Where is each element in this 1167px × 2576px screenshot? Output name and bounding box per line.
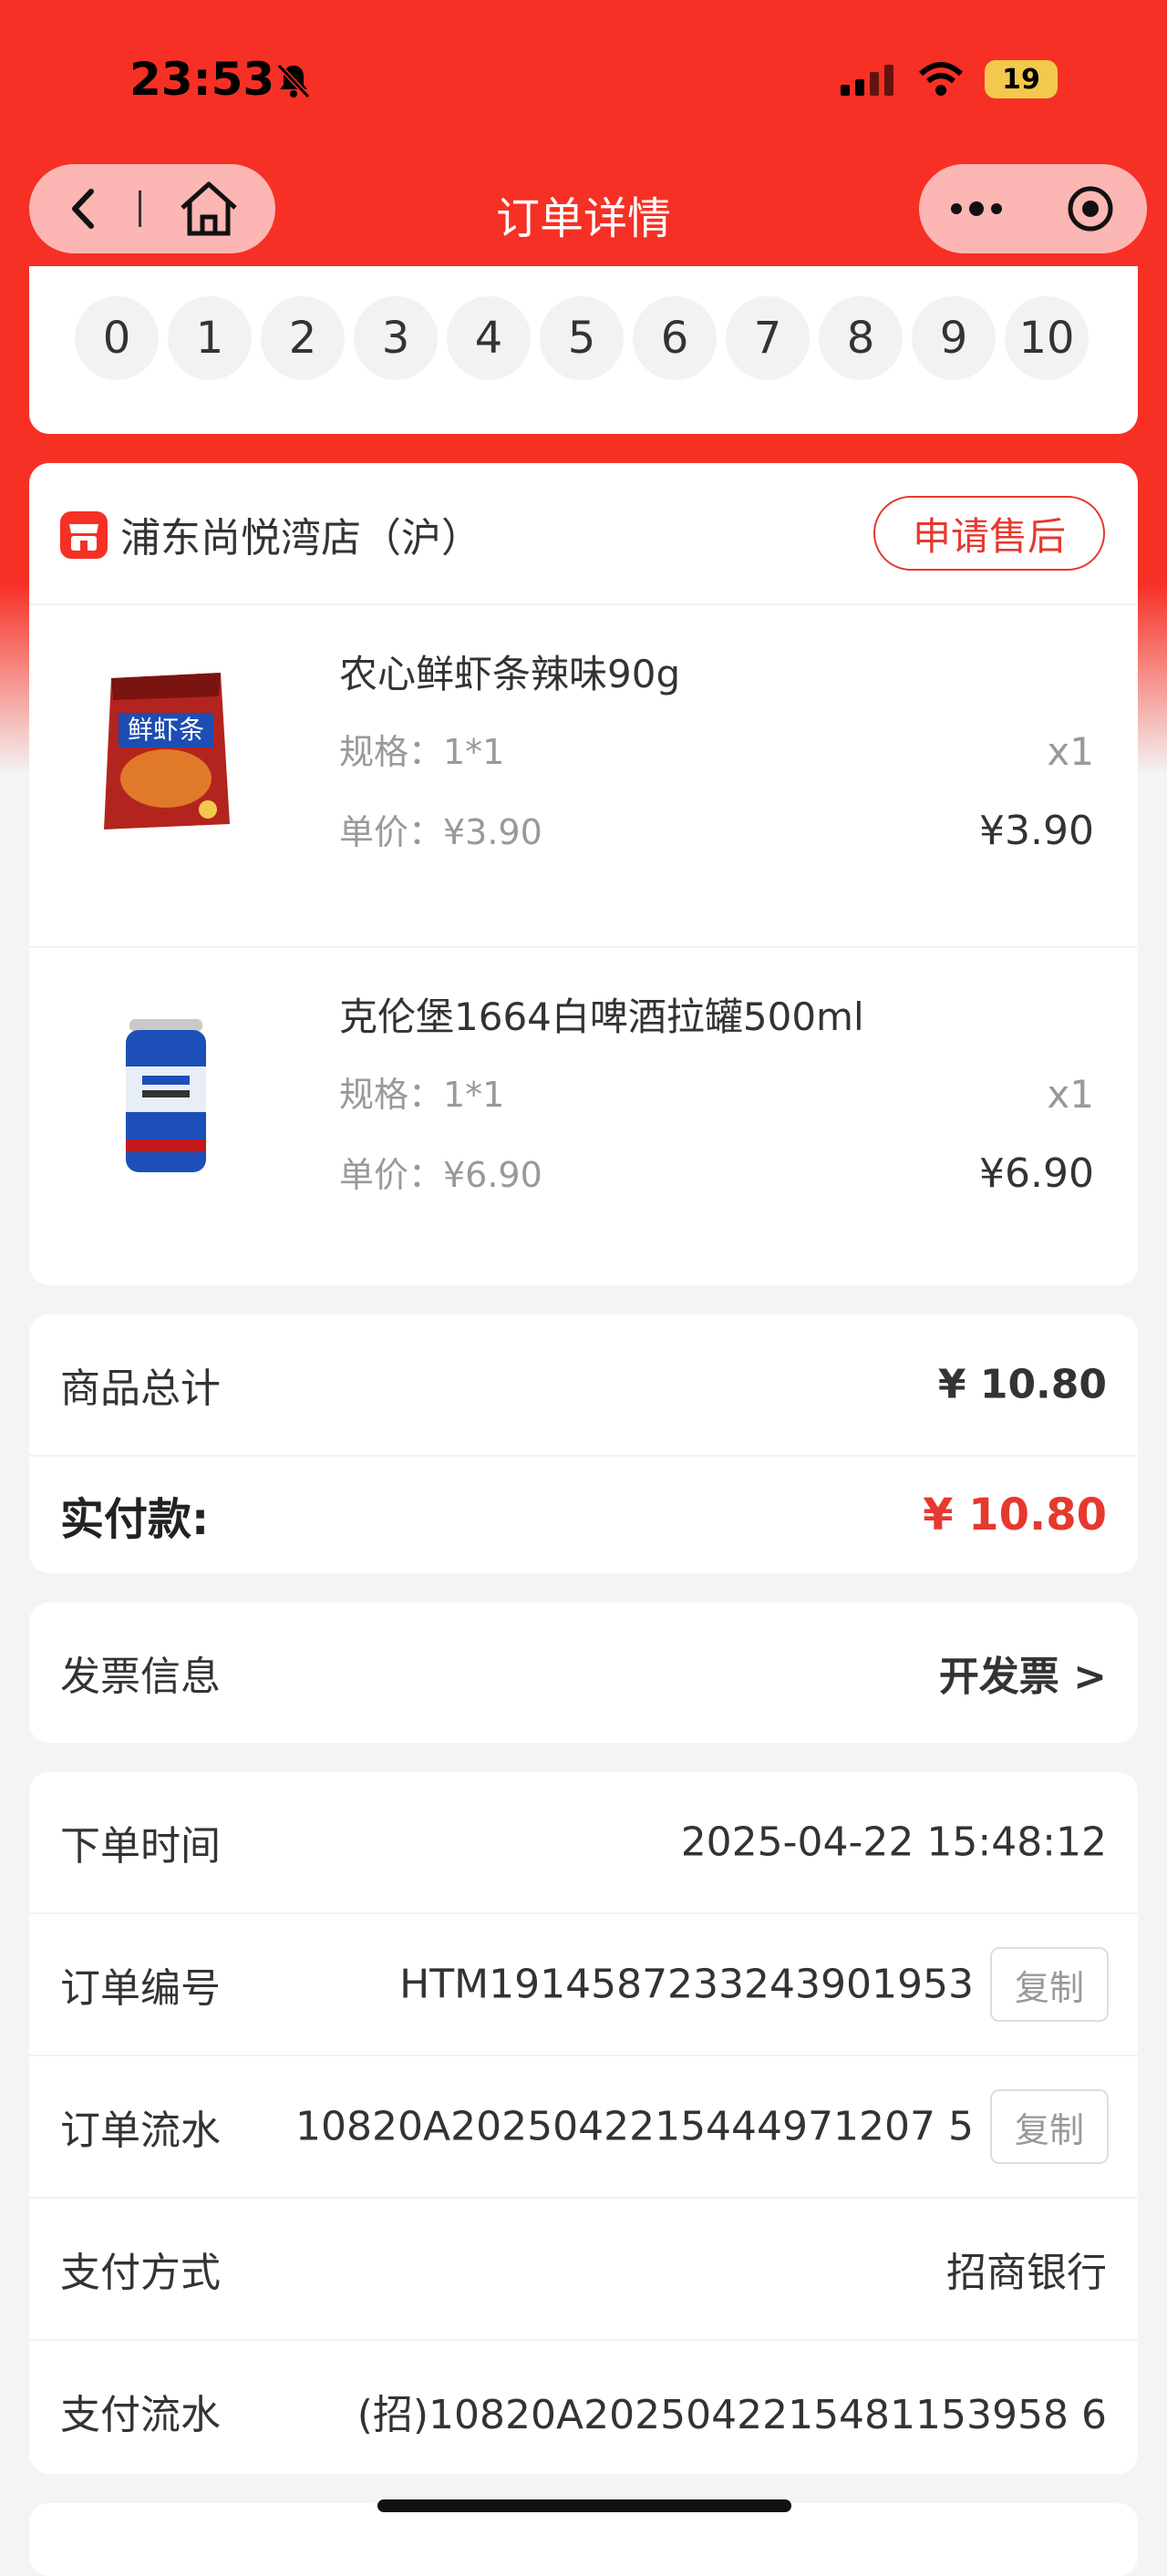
order-serial-value: 10820A2025042215444971207 5 xyxy=(295,2103,974,2150)
copy-order-number-button[interactable]: 复制 xyxy=(990,1947,1109,2022)
payment-method-label: 支付方式 xyxy=(60,2250,221,2296)
order-serial-label: 订单流水 xyxy=(60,2107,221,2154)
shop-card: 浦东尚悦湾店（沪） 申请售后 鲜虾条 农心鲜虾条辣味90g 规格：1*1 单价：… xyxy=(29,463,1138,1285)
number-bar: 0 1 2 3 4 5 6 7 8 9 10 xyxy=(29,266,1138,434)
paid-amount-row: 实付款: ¥ 10.80 xyxy=(29,1457,1138,1573)
target-icon xyxy=(1068,186,1112,232)
battery-level: 19 xyxy=(1002,63,1040,96)
order-item[interactable]: 克伦堡1664白啤酒拉罐500ml 规格：1*1 单价：¥6.90 x1 ¥6.… xyxy=(29,948,1138,1285)
mute-bell-icon xyxy=(276,63,311,99)
snack-bag-logo: 鲜虾条 xyxy=(128,715,204,745)
item-name: 农心鲜虾条辣味90g xyxy=(339,652,681,696)
number-item[interactable]: 6 xyxy=(633,296,717,380)
nav-bar: 订单详情 xyxy=(0,164,1167,264)
item-price: ¥3.90 xyxy=(979,808,1094,854)
number-item[interactable]: 2 xyxy=(261,296,345,380)
number-item[interactable]: 0 xyxy=(75,296,159,380)
invoice-row[interactable]: 发票信息 开发票 > xyxy=(29,1602,1138,1743)
status-right: 19 xyxy=(841,60,1058,98)
shop-icon xyxy=(60,511,108,559)
order-time-row: 下单时间 2025-04-22 15:48:12 xyxy=(29,1772,1138,1914)
payment-serial-label: 支付流水 xyxy=(60,2392,221,2438)
item-unit-price: 单价：¥6.90 xyxy=(339,1155,542,1195)
battery-icon: 19 xyxy=(985,60,1058,98)
shop-name: 浦东尚悦湾店（沪） xyxy=(120,515,481,562)
signal-icon xyxy=(841,65,893,96)
item-unit-price: 单价：¥3.90 xyxy=(339,812,542,852)
order-serial-row: 订单流水 10820A2025042215444971207 5 复制 xyxy=(29,2056,1138,2199)
payment-serial-value: (招)10820A2025042215481153958 6 xyxy=(356,2392,1107,2438)
more-dots-icon xyxy=(950,201,1002,216)
goods-total-label: 商品总计 xyxy=(60,1365,221,1412)
after-sale-button[interactable]: 申请售后 xyxy=(873,496,1105,571)
next-card xyxy=(29,2503,1138,2576)
number-item[interactable]: 4 xyxy=(447,296,531,380)
nav-capsule-right xyxy=(919,164,1147,253)
shop-header: 浦东尚悦湾店（沪） 申请售后 xyxy=(29,463,1138,605)
paid-value: ¥ 10.80 xyxy=(923,1489,1107,1540)
issue-invoice-link[interactable]: 开发票 > xyxy=(939,1643,1107,1702)
goods-total-value: ¥ 10.80 xyxy=(937,1361,1107,1408)
totals-card: 商品总计 ¥ 10.80 实付款: ¥ 10.80 xyxy=(29,1314,1138,1573)
number-item[interactable]: 1 xyxy=(168,296,252,380)
order-number-row: 订单编号 HTM1914587233243901953 复制 xyxy=(29,1914,1138,2056)
payment-method-row: 支付方式 招商银行 xyxy=(29,2199,1138,2341)
home-indicator xyxy=(377,2499,791,2512)
invoice-card: 发票信息 开发票 > xyxy=(29,1602,1138,1743)
number-item[interactable]: 5 xyxy=(540,296,624,380)
item-spec: 规格：1*1 xyxy=(339,1075,505,1115)
product-beer-can-image xyxy=(126,1019,206,1172)
order-time-value: 2025-04-22 15:48:12 xyxy=(680,1819,1107,1866)
item-price: ¥6.90 xyxy=(979,1150,1094,1197)
item-name: 克伦堡1664白啤酒拉罐500ml xyxy=(339,994,864,1039)
status-bar: 23:53 19 xyxy=(0,0,1167,164)
invoice-label: 发票信息 xyxy=(60,1654,221,1700)
payment-method-value: 招商银行 xyxy=(946,2250,1107,2296)
status-time: 23:53 xyxy=(129,53,275,106)
order-time-label: 下单时间 xyxy=(60,1823,221,1870)
order-item[interactable]: 鲜虾条 农心鲜虾条辣味90g 规格：1*1 单价：¥3.90 x1 ¥3.90 xyxy=(29,605,1138,948)
payment-serial-row: 支付流水 (招)10820A2025042215481153958 6 xyxy=(29,2341,1138,2474)
item-quantity: x1 xyxy=(1047,729,1094,774)
item-quantity: x1 xyxy=(1047,1072,1094,1117)
more-button[interactable] xyxy=(919,164,1033,253)
paid-label: 实付款: xyxy=(60,1494,210,1545)
copy-order-serial-button[interactable]: 复制 xyxy=(990,2089,1109,2164)
number-item[interactable]: 8 xyxy=(819,296,903,380)
number-item[interactable]: 9 xyxy=(912,296,996,380)
item-spec: 规格：1*1 xyxy=(339,732,505,772)
number-item[interactable]: 10 xyxy=(1005,296,1089,380)
product-snack-image: 鲜虾条 xyxy=(104,673,230,829)
order-number-value: HTM1914587233243901953 xyxy=(399,1961,974,2008)
number-item[interactable]: 3 xyxy=(354,296,438,380)
close-miniprogram-button[interactable] xyxy=(1033,164,1147,253)
wifi-icon xyxy=(918,62,964,96)
order-info-card: 下单时间 2025-04-22 15:48:12 订单编号 HTM1914587… xyxy=(29,1772,1138,2474)
order-number-label: 订单编号 xyxy=(60,1965,221,2012)
number-item[interactable]: 7 xyxy=(726,296,810,380)
goods-total-row: 商品总计 ¥ 10.80 xyxy=(29,1314,1138,1457)
